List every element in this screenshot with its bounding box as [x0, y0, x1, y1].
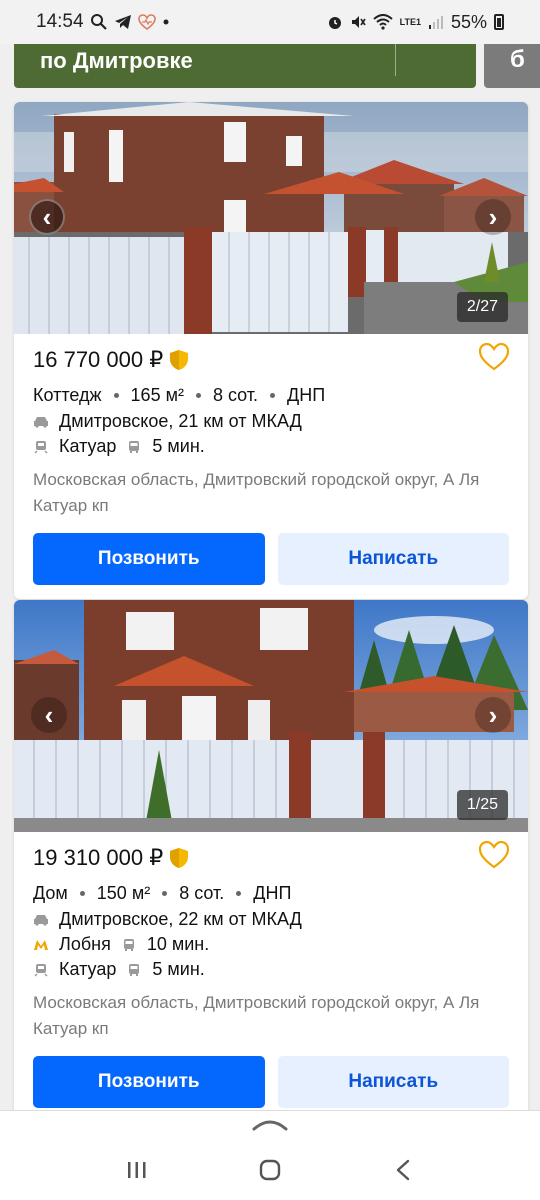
promo-banner-text: по Дмитровке — [40, 48, 193, 73]
photo-counter: 2/27 — [456, 292, 508, 322]
listing-address: Московская область, Дмитровский городско… — [33, 993, 480, 1038]
param-type: Коттедж — [33, 385, 102, 405]
car-icon — [33, 913, 49, 927]
next-photo-button[interactable]: › — [475, 697, 511, 733]
banner-row: по Дмитровке б — [0, 44, 540, 90]
battery-icon — [494, 14, 504, 30]
house-photo — [14, 600, 528, 832]
station-time: 5 мин. — [152, 959, 205, 979]
next-photo-button[interactable]: › — [475, 199, 511, 235]
listing-card[interactable]: ‹ › 1/25 19 310 000 ₽ Дом 150 м² 8 сот. … — [14, 600, 528, 1122]
metro-icon — [33, 938, 49, 952]
param-area: 165 м² — [130, 385, 184, 405]
prev-photo-button[interactable]: ‹ — [31, 697, 67, 733]
station-time: 5 мин. — [152, 436, 205, 456]
param-status: ДНП — [253, 883, 292, 903]
listing-photo[interactable]: ‹ › 1/25 — [14, 600, 528, 832]
status-bar: 14:54 LTE1 55% — [0, 0, 540, 44]
chevron-left-icon: ‹ — [42, 201, 52, 232]
signal-icon — [428, 14, 444, 30]
verified-shield-icon — [169, 847, 189, 869]
highway-text: Дмитровское, 21 км от МКАД — [59, 411, 302, 431]
station-line: Катуар 5 мин. — [33, 957, 509, 982]
favorite-heart-icon[interactable] — [478, 342, 510, 372]
train-icon — [33, 963, 49, 977]
system-nav-bar — [0, 1140, 540, 1200]
chevron-left-icon: ‹ — [44, 699, 54, 730]
battery-percent: 55% — [450, 11, 487, 32]
station-time: 10 мин. — [146, 934, 210, 954]
telegram-icon — [114, 14, 132, 30]
back-icon[interactable] — [388, 1155, 418, 1185]
bullet-icon — [162, 891, 168, 896]
heart-icon — [137, 14, 156, 30]
promo-banner-next-text: б — [510, 46, 525, 73]
photo-counter: 1/25 — [456, 790, 508, 820]
promo-banner-next[interactable]: б — [484, 44, 540, 88]
station-name: Лобня — [59, 934, 111, 954]
listing-price: 16 770 000 ₽ — [33, 347, 164, 372]
promo-banner[interactable]: по Дмитровке — [14, 44, 476, 88]
call-button[interactable]: Позвонить — [33, 1056, 265, 1108]
bullet-icon — [195, 393, 201, 398]
station-line: Лобня 10 мин. — [33, 932, 509, 957]
param-land: 8 сот. — [179, 883, 225, 903]
search-icon — [90, 13, 108, 31]
param-type: Дом — [33, 883, 68, 903]
listing-address: Московская область, Дмитровский городско… — [33, 470, 480, 515]
prev-photo-button[interactable]: ‹ — [29, 199, 65, 235]
bus-icon — [126, 440, 142, 454]
listing-card[interactable]: ‹ › 2/27 16 770 000 ₽ Коттедж 165 м² 8 с… — [14, 102, 528, 599]
listing-params: Коттедж 165 м² 8 сот. ДНП — [33, 382, 509, 409]
station-name: Катуар — [59, 959, 117, 979]
chevron-right-icon: › — [488, 201, 498, 232]
call-button[interactable]: Позвонить — [33, 533, 265, 585]
write-button[interactable]: Написать — [277, 1056, 509, 1108]
banner-divider — [395, 44, 396, 76]
highway-text: Дмитровское, 22 км от МКАД — [59, 909, 302, 929]
highway-line: Дмитровское, 21 км от МКАД — [33, 409, 509, 434]
wifi-icon — [372, 14, 393, 30]
bullet-icon — [236, 891, 242, 896]
chevron-up-icon[interactable] — [252, 1117, 288, 1140]
highway-line: Дмитровское, 22 км от МКАД — [33, 907, 509, 932]
bus-icon — [126, 963, 142, 977]
bullet-icon — [113, 393, 119, 398]
station-name: Катуар — [59, 436, 117, 456]
param-status: ДНП — [287, 385, 326, 405]
home-icon[interactable] — [255, 1155, 285, 1185]
verified-shield-icon — [169, 349, 189, 371]
bottom-sheet[interactable] — [0, 1110, 540, 1140]
favorite-heart-icon[interactable] — [478, 840, 510, 870]
param-land: 8 сот. — [212, 385, 259, 405]
chevron-right-icon: › — [488, 699, 498, 730]
network-label: LTE1 — [399, 16, 421, 27]
listing-price: 19 310 000 ₽ — [33, 845, 164, 870]
recent-apps-icon[interactable] — [122, 1155, 152, 1185]
station-line: Катуар 5 мин. — [33, 434, 509, 459]
bullet-icon — [270, 393, 276, 398]
dot-icon — [162, 18, 170, 26]
write-button[interactable]: Написать — [277, 533, 509, 585]
bullet-icon — [79, 891, 85, 896]
house-photo — [14, 102, 528, 334]
listing-photo[interactable]: ‹ › 2/27 — [14, 102, 528, 334]
train-icon — [33, 440, 49, 454]
param-area: 150 м² — [96, 883, 151, 903]
bus-icon — [121, 938, 137, 952]
car-icon — [33, 415, 49, 429]
status-time: 14:54 — [36, 11, 84, 32]
mute-icon — [350, 14, 366, 30]
listing-params: Дом 150 м² 8 сот. ДНП — [33, 880, 509, 907]
alarm-icon — [327, 14, 343, 30]
